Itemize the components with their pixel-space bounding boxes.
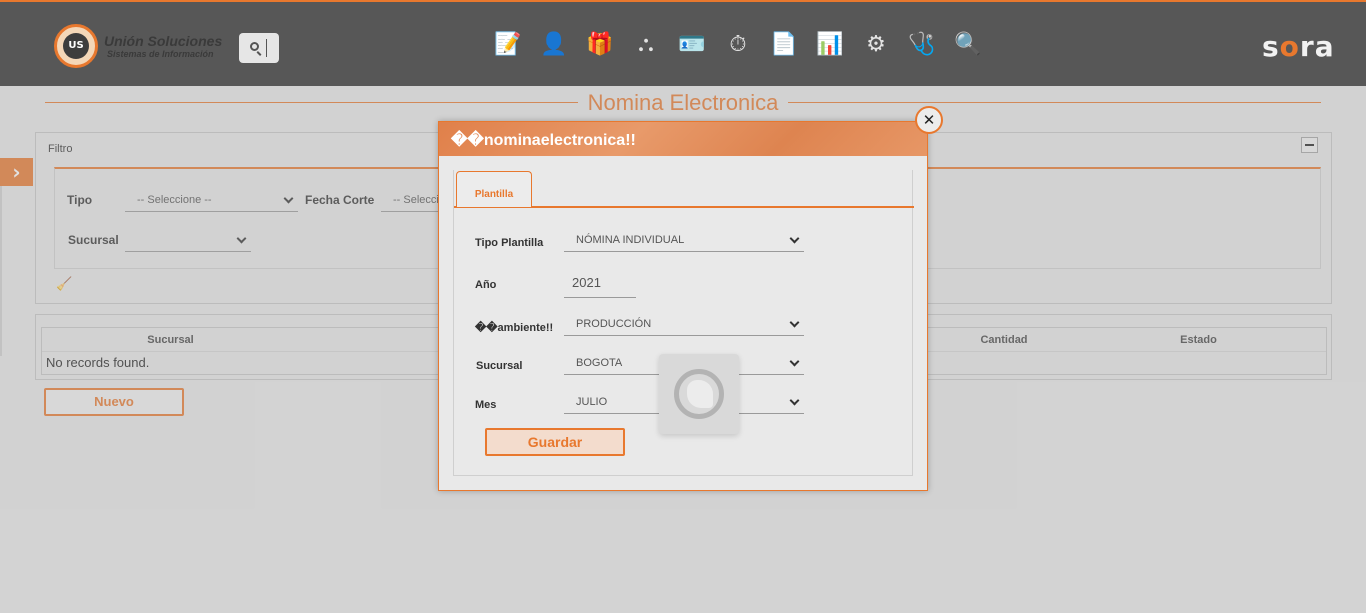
sucursal-value: BOGOTA xyxy=(576,357,623,369)
user-person-icon[interactable]: 👤 xyxy=(540,30,568,60)
loading-spinner xyxy=(659,354,739,434)
search-icon xyxy=(250,42,259,51)
close-icon: ✕ xyxy=(922,111,936,129)
gift-icon[interactable]: 🎁 xyxy=(586,30,614,60)
ambiente-label: ��ambiente!! xyxy=(475,322,554,334)
top-header: US Unión Soluciones Sistemas de Informac… xyxy=(0,0,1366,86)
report-icon[interactable]: 📄 xyxy=(770,30,798,60)
stopwatch-icon[interactable]: ⏱ xyxy=(724,30,752,60)
guardar-button[interactable]: Guardar xyxy=(485,428,625,456)
brand-prefix: s xyxy=(1262,30,1280,63)
union-soluciones-logo[interactable]: US Unión Soluciones Sistemas de Informac… xyxy=(54,24,223,68)
search-caret xyxy=(266,39,267,57)
tipo-plantilla-value: NÓMINA INDIVIDUAL xyxy=(576,234,685,246)
hierarchy-icon[interactable]: ⛬ xyxy=(632,30,660,60)
logo-subtitle: Sistemas de Información xyxy=(107,49,214,59)
plantilla-form: Tipo Plantilla NÓMINA INDIVIDUAL Año 202… xyxy=(454,208,914,474)
ambiente-value: PRODUCCIÓN xyxy=(576,318,652,330)
dialog-tabs: Plantilla Tipo Plantilla NÓMINA INDIVIDU… xyxy=(453,170,914,476)
anio-input[interactable]: 2021 xyxy=(564,268,636,298)
nomina-dialog: ��nominaelectronica!! ✕ Plantilla Tipo P… xyxy=(438,106,943,491)
logo-badge: US xyxy=(54,24,98,68)
search-button[interactable] xyxy=(239,33,279,63)
chevron-down-icon xyxy=(789,233,800,244)
anio-label: Año xyxy=(475,279,497,291)
ambiente-select[interactable]: PRODUCCIÓN xyxy=(564,312,804,336)
mes-label: Mes xyxy=(475,399,497,411)
presentation-icon[interactable]: 📊 xyxy=(816,30,844,60)
user-search-icon[interactable]: 🔍 xyxy=(954,30,982,60)
logo-mark: US xyxy=(63,33,89,59)
chevron-down-icon xyxy=(789,395,800,406)
chevron-down-icon xyxy=(789,317,800,328)
dialog-header: ��nominaelectronica!! xyxy=(439,122,927,156)
chevron-down-icon xyxy=(789,356,800,367)
tipo-plantilla-label: Tipo Plantilla xyxy=(475,237,544,249)
tipo-plantilla-select[interactable]: NÓMINA INDIVIDUAL xyxy=(564,228,804,252)
gears-icon[interactable]: ⚙ xyxy=(862,30,890,60)
medical-shield-icon[interactable]: 🩺 xyxy=(908,30,936,60)
brand-suffix: ra xyxy=(1299,30,1335,63)
close-dialog-button[interactable]: ✕ xyxy=(915,106,943,134)
loading-icon xyxy=(674,369,724,419)
mes-value: JULIO xyxy=(576,396,608,408)
sucursal-label: Sucursal xyxy=(476,360,523,372)
brand-accent: o xyxy=(1279,30,1300,63)
dialog-title: ��nominaelectronica!! xyxy=(451,132,636,149)
anio-value: 2021 xyxy=(572,275,601,290)
document-edit-icon[interactable]: 📝 xyxy=(494,30,522,60)
sora-brand: sora xyxy=(1262,30,1335,63)
employee-card-icon[interactable]: 🪪 xyxy=(678,30,706,60)
logo-name: Unión Soluciones xyxy=(104,33,223,49)
tab-plantilla[interactable]: Plantilla xyxy=(456,171,532,207)
